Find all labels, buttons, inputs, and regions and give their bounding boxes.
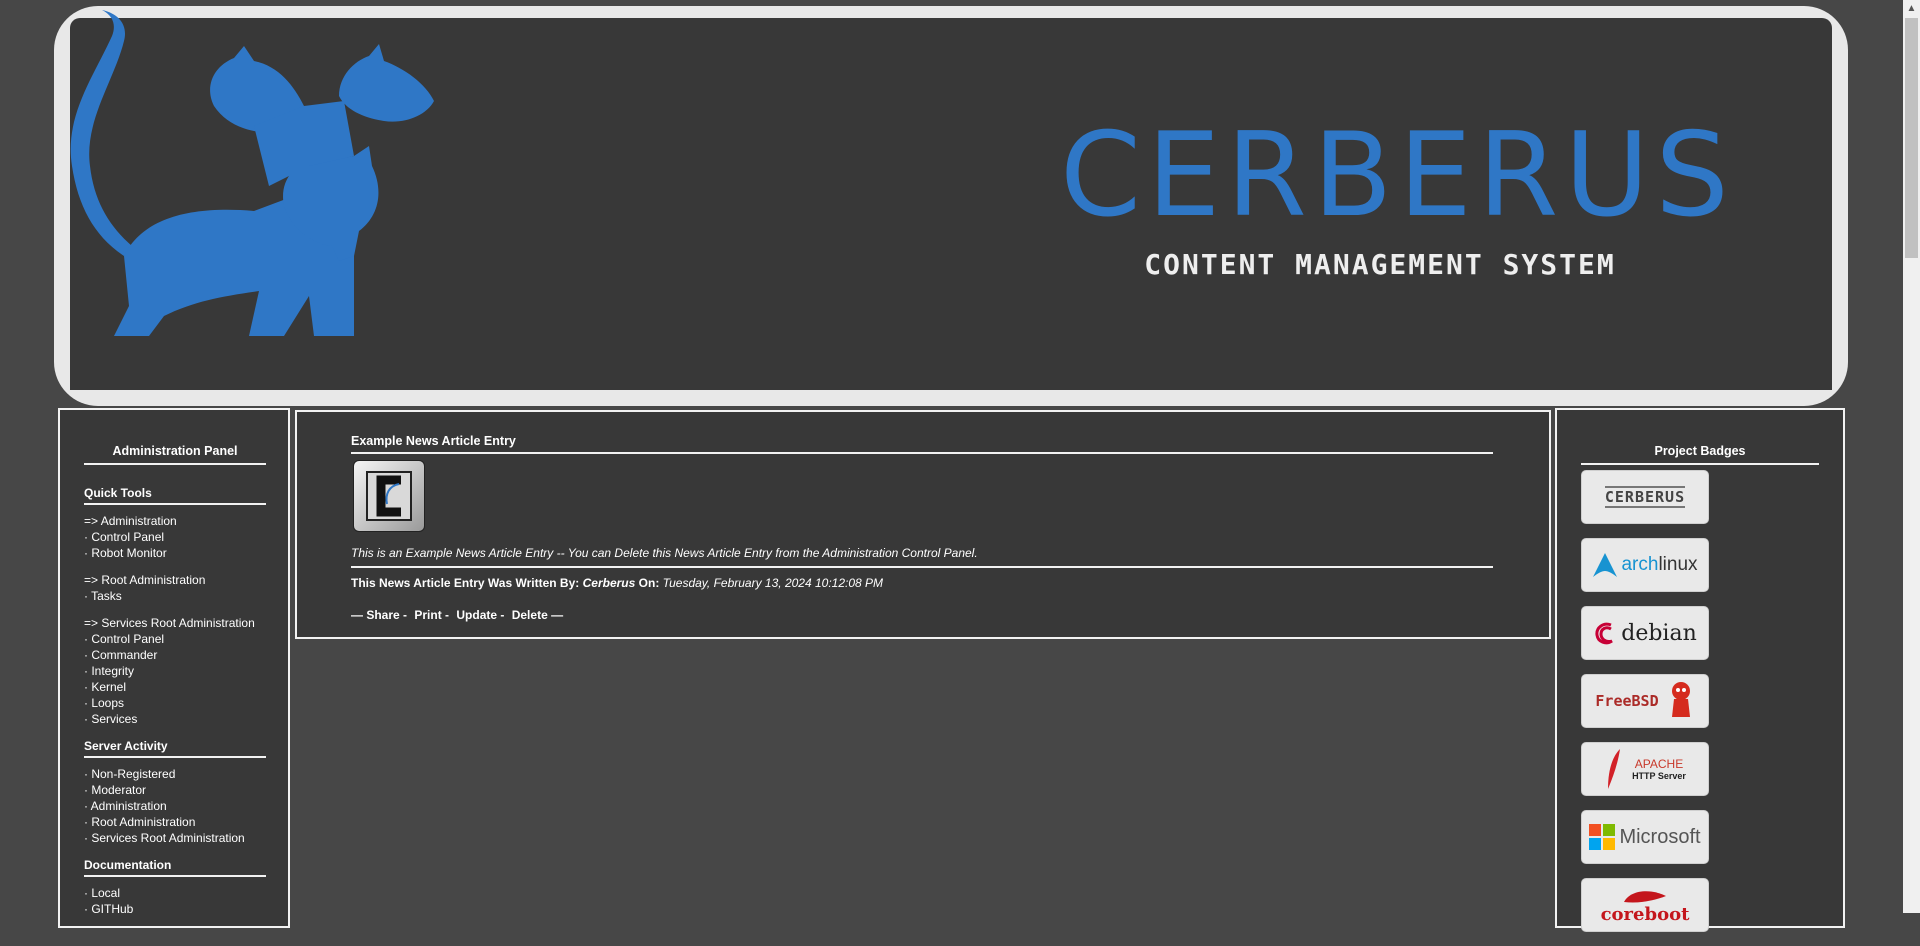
- nav-link-tasks[interactable]: · Tasks: [84, 588, 266, 604]
- article-thumbnail[interactable]: [353, 460, 425, 532]
- freebsd-daemon-icon: [1671, 682, 1690, 717]
- article-byline: This News Article Entry Was Written By: …: [351, 576, 1493, 590]
- divider: [1581, 463, 1819, 465]
- nav-link-services[interactable]: · Services: [84, 711, 266, 727]
- divider: [351, 452, 1493, 454]
- nav-link-activity-root-administration[interactable]: · Root Administration: [84, 814, 266, 830]
- scrollbar-thumb[interactable]: [1905, 18, 1918, 258]
- nav-link-root-administration[interactable]: => Root Administration: [84, 572, 266, 588]
- cerberus-c-logo-icon: [366, 471, 412, 521]
- debian-swirl-icon: [1595, 622, 1614, 645]
- nav-link-loops[interactable]: · Loops: [84, 695, 266, 711]
- update-link[interactable]: Update -: [456, 608, 504, 622]
- administration-panel-content: Quick Tools => Administration · Control …: [84, 466, 266, 917]
- badge-cerberus-label: CERBERUS: [1604, 486, 1686, 508]
- print-link[interactable]: Print -: [414, 608, 449, 622]
- badge-freebsd-label: FreeBSD: [1595, 692, 1659, 710]
- badge-apache-label-a: APACHE: [1634, 757, 1684, 771]
- delete-link[interactable]: Delete —: [512, 608, 563, 622]
- nav-link-activity-services-root-administration[interactable]: · Services Root Administration: [84, 830, 266, 846]
- badge-microsoft[interactable]: Microsoft: [1581, 810, 1709, 864]
- nav-link-administration[interactable]: => Administration: [84, 513, 266, 529]
- badge-freebsd[interactable]: FreeBSD: [1581, 674, 1709, 728]
- badge-coreboot-label: coreboot: [1600, 904, 1690, 925]
- article-actions: — Share - Print - Update - Delete —: [351, 608, 1493, 622]
- nav-link-services-root-administration[interactable]: => Services Root Administration: [84, 615, 266, 631]
- administration-panel-title: Administration Panel: [112, 444, 238, 458]
- brand-subtitle: CONTENT MANAGEMENT SYSTEM: [1144, 248, 1616, 281]
- article-date: Tuesday, February 13, 2024 10:12:08 PM: [662, 576, 884, 590]
- divider: [84, 463, 266, 465]
- nav-link-integrity[interactable]: · Integrity: [84, 663, 266, 679]
- nav-link-non-registered[interactable]: · Non-Registered: [84, 766, 266, 782]
- cerberus-logo-icon: [70, 10, 434, 336]
- divider: [351, 566, 1493, 568]
- nav-link-github[interactable]: · GITHub: [84, 901, 266, 917]
- badge-cerberus[interactable]: CERBERUS: [1581, 470, 1709, 524]
- badge-debian-label: debian: [1621, 620, 1697, 646]
- badge-coreboot[interactable]: coreboot: [1581, 878, 1709, 932]
- badge-debian[interactable]: debian: [1581, 606, 1709, 660]
- byline-on-label: On:: [638, 576, 660, 590]
- news-article: Example News Article Entry This is an Ex…: [351, 434, 1493, 622]
- coreboot-hare-icon: [1624, 891, 1666, 903]
- apache-feather-icon: [1608, 749, 1621, 789]
- nav-link-control-panel[interactable]: · Control Panel: [84, 529, 266, 545]
- nav-link-robot-monitor[interactable]: · Robot Monitor: [84, 545, 266, 561]
- badge-microsoft-label: Microsoft: [1619, 825, 1701, 848]
- badge-archlinux[interactable]: arch linux: [1581, 538, 1709, 592]
- share-link[interactable]: — Share -: [351, 608, 407, 622]
- news-article-panel: Example News Article Entry This is an Ex…: [295, 410, 1551, 639]
- nav-link-local[interactable]: · Local: [84, 885, 266, 901]
- project-badges-header: Project Badges: [1581, 444, 1819, 465]
- administration-panel: Administration Panel Quick Tools => Admi…: [58, 408, 290, 928]
- project-badges-panel: Project Badges CERBERUS arch linux debian…: [1555, 408, 1845, 932]
- vertical-scrollbar[interactable]: ▲: [1903, 0, 1920, 913]
- project-badges-title: Project Badges: [1654, 444, 1746, 458]
- article-title: Example News Article Entry: [351, 434, 516, 448]
- nav-link-commander[interactable]: · Commander: [84, 647, 266, 663]
- nav-link-services-control-panel[interactable]: · Control Panel: [84, 631, 266, 647]
- microsoft-logo-icon: [1589, 824, 1616, 850]
- scroll-up-arrow-icon[interactable]: ▲: [1903, 0, 1920, 17]
- badge-apache[interactable]: APACHE HTTP Server: [1581, 742, 1709, 796]
- divider: [84, 503, 266, 505]
- archlinux-icon: [1593, 553, 1618, 577]
- badge-archlinux-label-a: arch: [1621, 554, 1659, 575]
- divider: [84, 756, 266, 758]
- byline-prefix: This News Article Entry Was Written By:: [351, 576, 580, 590]
- section-title-documentation: Documentation: [84, 858, 172, 872]
- nav-link-moderator[interactable]: · Moderator: [84, 782, 266, 798]
- badge-apache-label-b: HTTP Server: [1632, 771, 1686, 781]
- badge-archlinux-label-b: linux: [1658, 554, 1698, 575]
- divider: [84, 875, 266, 877]
- section-title-server-activity: Server Activity: [84, 739, 168, 753]
- section-title-quick-tools: Quick Tools: [84, 486, 152, 500]
- article-author: Cerberus: [582, 576, 636, 590]
- badge-list: CERBERUS arch linux debian FreeBSD APACH…: [1581, 470, 1709, 946]
- administration-panel-header: Administration Panel: [84, 444, 266, 465]
- nav-link-activity-administration[interactable]: · Administration: [84, 798, 266, 814]
- article-body: This is an Example News Article Entry --…: [351, 546, 978, 560]
- brand-title: CERBERUS: [1060, 108, 1735, 243]
- nav-link-kernel[interactable]: · Kernel: [84, 679, 266, 695]
